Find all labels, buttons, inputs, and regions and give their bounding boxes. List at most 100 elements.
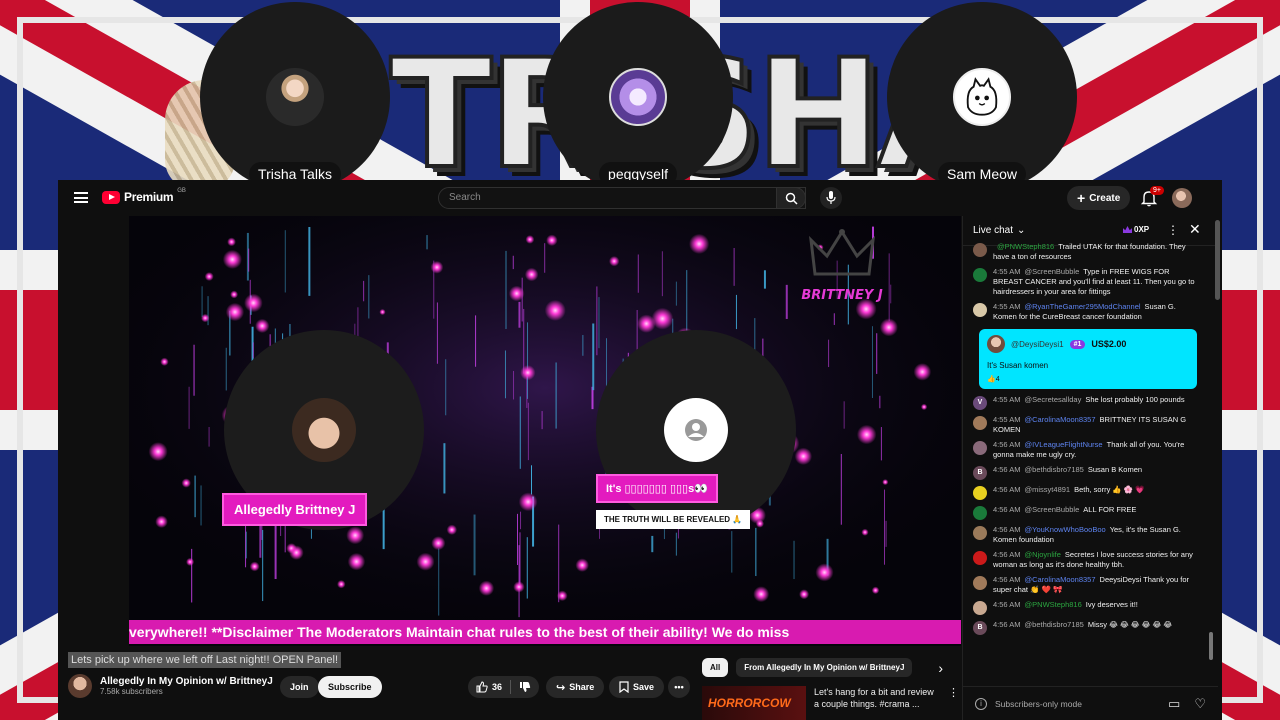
glow-particle — [201, 313, 210, 323]
channel-info[interactable]: Allegedly In My Opinion w/ BrittneyJ 7.5… — [68, 674, 273, 698]
account-avatar[interactable] — [1172, 188, 1192, 208]
chat-message[interactable]: 4:56 AM @PNWSteph816 Ivy deserves it!! — [963, 598, 1207, 618]
plus-icon: + — [1077, 190, 1086, 206]
voice-search-button[interactable] — [820, 187, 842, 209]
video-player[interactable]: BRITTNEY J Allegedly Brittney J It's ▯▯▯… — [129, 216, 961, 646]
chat-author-name[interactable]: @Njoynlife — [1025, 550, 1061, 559]
chat-author-name[interactable]: @Secretesallday — [1025, 395, 1082, 404]
chat-author-avatar[interactable] — [973, 243, 987, 257]
chat-author-avatar[interactable] — [973, 268, 987, 282]
chat-message[interactable]: B 4:56 AM @bethdisbro7185 Missy 😂 😂 😂 😂 😂 😂 — [963, 618, 1207, 638]
chevron-right-icon[interactable]: › — [938, 660, 943, 676]
join-button[interactable]: Join — [280, 676, 319, 698]
chat-author-avatar[interactable] — [973, 303, 987, 317]
super-chat-avatar[interactable] — [987, 335, 1005, 353]
participant-trisha-talks[interactable]: Trisha Talks — [200, 2, 390, 192]
super-chat-author[interactable]: @DeysiDeysi1 — [1011, 340, 1064, 349]
chat-author-name[interactable]: @PNWSteph816 — [1025, 600, 1082, 609]
chat-footer: i Subscribers-only mode ▭ ♡ — [963, 686, 1218, 720]
chat-message[interactable]: 4:56 AM @IVLeagueFlightNurse Thank all of … — [963, 438, 1207, 463]
chat-author-avatar[interactable] — [973, 526, 987, 540]
page-scrollbar[interactable] — [1215, 220, 1220, 300]
info-icon[interactable]: i — [975, 697, 987, 710]
recommended-video[interactable]: HORRORCOW Let's hang for a bit and revie… — [702, 686, 959, 720]
participant-sam-meow[interactable]: Sam Meow — [887, 2, 1077, 192]
chat-author-avatar[interactable]: B — [973, 466, 987, 480]
chat-message[interactable]: 4:56 AM @ScreenBubble ALL FOR FREE — [963, 503, 1207, 523]
chat-message[interactable]: 4:55 AM @CarolinaMoon8357 BRITTNEY ITS SUS… — [963, 413, 1207, 438]
chat-author-avatar[interactable] — [973, 601, 987, 615]
chat-author-name[interactable]: @PNWSteph816 — [997, 242, 1054, 251]
share-icon: ↪ — [556, 681, 566, 694]
dislike-button[interactable] — [511, 681, 539, 693]
chat-message-text: Missy 😂 😂 😂 😂 😂 😂 — [1087, 620, 1173, 629]
chat-timestamp: 4:56 AM — [993, 505, 1021, 514]
chat-author-name[interactable]: @ScreenBubble — [1025, 505, 1080, 514]
chat-author-name[interactable]: @missyt4891 — [1025, 485, 1071, 494]
glow-particle — [347, 552, 366, 571]
chat-message-list[interactable]: @PNWSteph816 Trailed UTAK for that founda… — [963, 240, 1207, 686]
chat-message[interactable]: 4:55 AM @RyanTheGamer295ModChannel Susan G… — [963, 300, 1207, 325]
chat-author-name[interactable]: @CarolinaMoon8357 — [1025, 575, 1096, 584]
chat-scrollbar[interactable] — [1209, 632, 1213, 660]
recommended-title[interactable]: Let's hang for a bit and review a couple… — [814, 686, 940, 720]
chat-author-name[interactable]: @CarolinaMoon8357 — [1025, 415, 1096, 424]
chat-author-avatar[interactable]: B — [973, 621, 987, 635]
super-chat-likes[interactable]: 👍4 — [987, 375, 1189, 383]
chat-author-avatar[interactable] — [973, 486, 987, 500]
chat-author-name[interactable]: @IVLeagueFlightNurse — [1025, 440, 1103, 449]
logo-region: GB — [177, 188, 186, 194]
xp-badge[interactable]: 0XP — [1123, 225, 1149, 234]
chat-message-body: 4:56 AM @CarolinaMoon8357 DeeysiDeysi Than… — [993, 575, 1199, 595]
super-chat-header: @DeysiDeysi1 #1 US$2.00 — [987, 335, 1189, 353]
chat-author-avatar[interactable]: V — [973, 396, 987, 410]
create-button[interactable]: + Create — [1067, 186, 1131, 210]
subscribe-button[interactable]: Subscribe — [318, 676, 382, 698]
chat-author-name[interactable]: @RyanTheGamer295ModChannel — [1025, 302, 1141, 311]
youtube-logo[interactable]: Premium GB — [102, 188, 186, 204]
glow-particle — [430, 260, 444, 274]
chat-message[interactable]: @PNWSteph816 Trailed UTAK for that founda… — [963, 240, 1207, 265]
chat-message[interactable]: B 4:56 AM @bethdisbro7185 Susan B Komen — [963, 463, 1207, 483]
more-actions-button[interactable]: ••• — [668, 676, 690, 698]
participant-peggyself[interactable]: peggyself — [543, 2, 733, 192]
chat-author-avatar[interactable] — [973, 576, 987, 590]
heart-icon[interactable]: ♡ — [1194, 696, 1206, 712]
chat-timestamp: 4:55 AM — [993, 395, 1021, 404]
hamburger-menu-icon[interactable] — [74, 192, 88, 203]
chat-more-options-icon[interactable]: ⋮ — [1167, 223, 1179, 237]
search-input[interactable]: Search — [438, 187, 806, 209]
chat-message-text: Secretes I love success stories for any … — [993, 550, 1193, 569]
chat-author-name[interactable]: @ScreenBubble — [1025, 267, 1080, 276]
chat-author-avatar[interactable] — [973, 441, 987, 455]
chat-author-name[interactable]: @bethdisbro7185 — [1025, 465, 1084, 474]
chat-message[interactable]: 4:56 AM @missyt4891 Beth, sorry 👍 🌸 💗 — [963, 483, 1207, 503]
chat-author-name[interactable]: @bethdisbro7185 — [1025, 620, 1084, 629]
chip-all[interactable]: All — [702, 658, 729, 677]
chat-author-avatar[interactable] — [973, 506, 987, 520]
channel-name[interactable]: Allegedly In My Opinion w/ BrittneyJ — [100, 676, 273, 687]
chat-author-avatar[interactable] — [973, 551, 987, 565]
chat-message[interactable]: 4:56 AM @YouKnowWhoBooBoo Yes, it's the Su… — [963, 523, 1207, 548]
chat-message[interactable]: 4:55 AM @ScreenBubble Type in FREE WIGS FO… — [963, 265, 1207, 300]
chat-author-name[interactable]: @YouKnowWhoBooBoo — [1025, 525, 1106, 534]
search-button[interactable] — [776, 187, 806, 209]
share-button[interactable]: ↪ Share — [546, 676, 605, 698]
live-chat-mode-selector[interactable]: Live chat ⌄ — [973, 225, 1025, 236]
chat-message[interactable]: V 4:55 AM @Secretesallday She lost probably… — [963, 393, 1207, 413]
like-button[interactable]: 36 — [468, 681, 510, 693]
save-button[interactable]: Save — [609, 676, 665, 698]
crown-icon — [809, 229, 875, 276]
more-vertical-icon[interactable]: ⋮ — [948, 686, 959, 720]
chat-author-avatar[interactable] — [973, 416, 987, 430]
wallet-icon[interactable]: ▭ — [1168, 696, 1180, 712]
chip-from-channel[interactable]: From Allegedly In My Opinion w/ Brittney… — [736, 658, 913, 677]
super-chat-card[interactable]: @DeysiDeysi1 #1 US$2.00 It's Susan komen… — [979, 329, 1197, 389]
chat-message[interactable]: 4:56 AM @Njoynlife Secretes I love success… — [963, 548, 1207, 573]
chat-message[interactable]: 4:56 AM @CarolinaMoon8357 DeeysiDeysi Than… — [963, 573, 1207, 598]
close-chat-icon[interactable]: ✕ — [1189, 221, 1201, 238]
channel-avatar[interactable] — [68, 674, 92, 698]
subscriber-count: 7.58k subscribers — [100, 687, 163, 696]
chat-timestamp: 4:56 AM — [993, 575, 1021, 584]
recommended-thumbnail[interactable]: HORRORCOW — [702, 686, 806, 720]
